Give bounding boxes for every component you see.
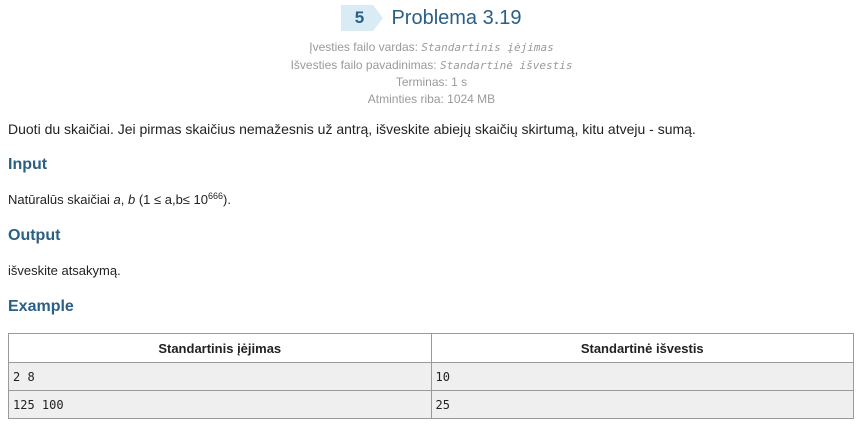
input-constraint: (1 ≤ a,b≤ 10 [135,192,209,207]
input-file-label: Įvesties failo vardas: [309,40,418,54]
example-header-input: Standartinis įėjimas [8,333,432,363]
input-closing: ). [223,192,231,207]
example-header-row: Standartinis įėjimas Standartinė išvesti… [8,333,854,363]
example-output-cell: 10 [430,362,854,391]
input-exponent: 666 [208,191,224,201]
input-comma: , [120,192,128,207]
table-row: 2 8 10 [8,362,854,391]
problem-header: 5 Problema 3.19 [0,4,863,32]
example-input-cell: 125 100 [8,390,432,419]
time-limit: Terminas: 1 s [395,75,468,89]
table-row: 125 100 25 [8,390,854,419]
var-a: a [113,192,121,207]
memory-limit: Atminties riba: 1024 MB [367,91,496,106]
problem-statement: Duoti du skaičiai. Jei pirmas skaičius n… [8,121,696,137]
example-section-title: Example [8,298,74,315]
example-header-output: Standartinė išvestis [430,333,854,363]
output-file-value: Standartinė išvestis [439,58,573,72]
input-file-row: Įvesties failo vardas: Standartinis įėji… [0,39,863,57]
output-section-title: Output [8,227,61,244]
input-section-text: Natūralūs skaičiai a, b (1 ≤ a,b≤ 10666)… [8,191,231,208]
input-text-prefix: Natūralūs skaičiai [8,192,114,207]
problem-title: Problema 3.19 [391,7,522,29]
output-file-row: Išvesties failo pavadinimas: Standartinė… [0,57,863,75]
output-file-label: Išvesties failo pavadinimas: [290,57,437,72]
example-input-cell: 2 8 [8,362,432,391]
input-file-value: Standartinis įėjimas [421,41,554,54]
problem-number-badge: 5 [341,5,384,31]
example-output-cell: 25 [430,390,854,419]
input-section-title: Input [8,156,48,173]
output-section-text: išveskite atsakymą. [8,263,121,278]
problem-meta: Įvesties failo vardas: Standartinis įėji… [0,39,863,107]
example-table: Standartinis įėjimas Standartinė išvesti… [8,333,854,419]
problem-header-inner: 5 Problema 3.19 [341,5,522,31]
